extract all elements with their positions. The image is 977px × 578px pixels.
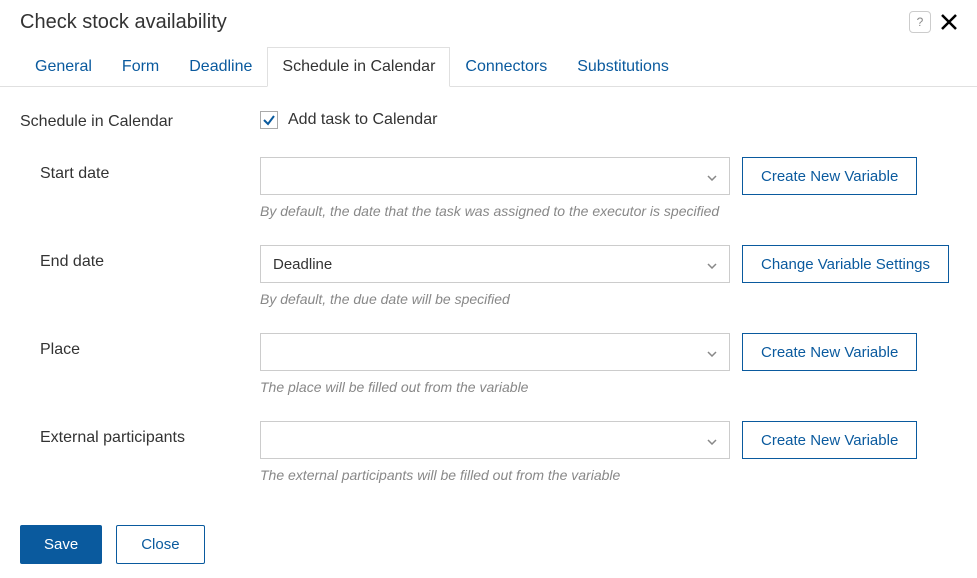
start-date-help: By default, the date that the task was a… bbox=[260, 203, 957, 219]
chevron-down-icon bbox=[707, 168, 717, 185]
page-title: Check stock availability bbox=[20, 11, 227, 34]
place-select[interactable] bbox=[260, 333, 730, 371]
checkbox-label: Add task to Calendar bbox=[288, 111, 437, 129]
check-icon bbox=[262, 113, 276, 127]
end-date-label: End date bbox=[40, 245, 260, 271]
close-icon bbox=[939, 12, 959, 32]
section-title: Schedule in Calendar bbox=[20, 111, 260, 131]
save-button[interactable]: Save bbox=[20, 525, 102, 564]
close-footer-button[interactable]: Close bbox=[116, 525, 204, 564]
place-label: Place bbox=[40, 333, 260, 359]
end-date-select[interactable]: Deadline bbox=[260, 245, 730, 283]
end-date-help: By default, the due date will be specifi… bbox=[260, 291, 957, 307]
external-participants-label: External participants bbox=[40, 421, 260, 447]
chevron-down-icon bbox=[707, 256, 717, 273]
start-date-select[interactable] bbox=[260, 157, 730, 195]
end-date-value: Deadline bbox=[273, 256, 332, 273]
close-button[interactable] bbox=[937, 10, 961, 34]
start-date-label: Start date bbox=[40, 157, 260, 183]
tab-form[interactable]: Form bbox=[107, 47, 174, 87]
help-button[interactable]: ? bbox=[909, 11, 931, 33]
chevron-down-icon bbox=[707, 432, 717, 449]
tab-deadline[interactable]: Deadline bbox=[174, 47, 267, 87]
tab-connectors[interactable]: Connectors bbox=[450, 47, 562, 87]
external-participants-create-variable-button[interactable]: Create New Variable bbox=[742, 421, 917, 459]
place-create-variable-button[interactable]: Create New Variable bbox=[742, 333, 917, 371]
place-help: The place will be filled out from the va… bbox=[260, 379, 957, 395]
tab-general[interactable]: General bbox=[20, 47, 107, 87]
tabs: General Form Deadline Schedule in Calend… bbox=[0, 46, 977, 87]
external-participants-help: The external participants will be filled… bbox=[260, 467, 957, 483]
add-to-calendar-checkbox[interactable] bbox=[260, 111, 278, 129]
chevron-down-icon bbox=[707, 344, 717, 361]
end-date-change-variable-button[interactable]: Change Variable Settings bbox=[742, 245, 949, 283]
external-participants-select[interactable] bbox=[260, 421, 730, 459]
tab-schedule-in-calendar[interactable]: Schedule in Calendar bbox=[267, 47, 450, 87]
start-date-create-variable-button[interactable]: Create New Variable bbox=[742, 157, 917, 195]
tab-substitutions[interactable]: Substitutions bbox=[562, 47, 684, 87]
